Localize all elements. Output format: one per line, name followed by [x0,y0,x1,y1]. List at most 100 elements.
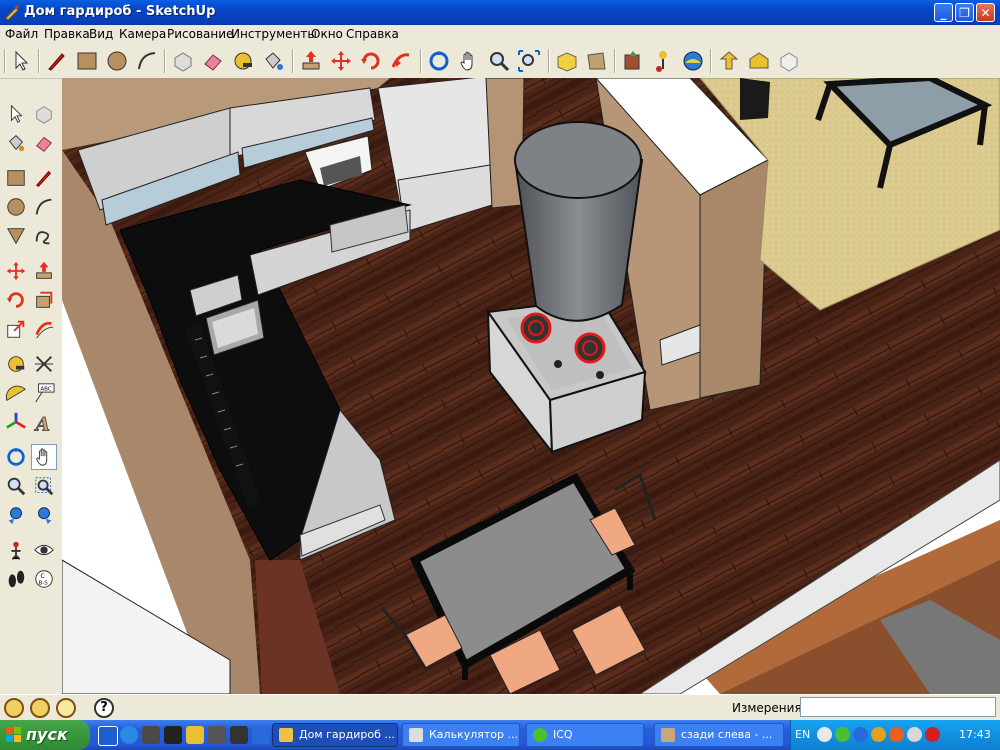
tape-measure-icon[interactable] [230,48,256,74]
offset-icon[interactable] [31,316,57,342]
rectangle-icon[interactable] [3,165,29,191]
icq-tray-icon[interactable] [835,727,850,742]
paint-bucket-icon[interactable] [3,130,29,156]
tray-app-2-icon[interactable] [853,727,868,742]
windows-logo-icon [6,727,21,742]
close-button[interactable]: ✕ [976,3,995,22]
measurements-input[interactable] [800,697,996,717]
zoom-icon[interactable] [3,473,29,499]
eraser-icon[interactable] [200,48,226,74]
tape-measure-icon[interactable] [3,351,29,377]
zoom-extents-icon[interactable] [516,48,542,74]
component-options-icon[interactable] [776,48,802,74]
zoom-extents-icon[interactable] [31,502,57,528]
start-label: пуск [26,725,68,744]
task-image-viewer[interactable]: сзади слева - ... [654,723,784,747]
circle-icon[interactable] [104,48,130,74]
arc-icon[interactable] [31,194,57,220]
sketchup-app-icon[interactable] [4,4,20,20]
internet-explorer-icon[interactable] [120,726,138,744]
share-component-icon[interactable] [746,48,772,74]
eraser-icon[interactable] [31,130,57,156]
quicklaunch-app-6-icon[interactable] [252,726,270,744]
select-tool-icon[interactable] [8,48,34,74]
menu-help[interactable]: Справка [346,27,399,41]
arc-icon[interactable] [134,48,160,74]
clock[interactable]: 17:43 [959,728,991,741]
follow-me-icon[interactable] [388,48,414,74]
polygon-icon[interactable] [3,223,29,249]
kitchen-3d-model[interactable] [62,78,1000,694]
photo-textures-icon[interactable] [680,48,706,74]
task-calculator[interactable]: Калькулятор ... [402,723,520,747]
zoom-icon[interactable] [486,48,512,74]
orbit-icon[interactable] [3,444,29,470]
rectangle-icon[interactable] [74,48,100,74]
task-icq[interactable]: ICQ [526,723,644,747]
tray-app-3-icon[interactable] [871,727,886,742]
add-location-icon[interactable] [620,48,646,74]
quicklaunch-app-4-icon[interactable] [208,726,226,744]
scale-icon[interactable] [3,316,29,342]
user-icon[interactable] [56,698,76,718]
text-icon[interactable]: ABC [31,380,57,406]
dimension-icon[interactable] [31,351,57,377]
quicklaunch-app-5-icon[interactable] [230,726,248,744]
tray-app-1-icon[interactable] [817,727,832,742]
3d-text-icon[interactable]: A [31,409,57,435]
axes-icon[interactable] [3,409,29,435]
antivirus-tray-icon[interactable] [925,727,940,742]
paint-bucket-icon[interactable] [260,48,286,74]
share-model-icon[interactable] [584,48,610,74]
walk-icon[interactable] [3,566,29,592]
section-plane-icon[interactable]: C B-S [31,566,57,592]
push-pull-icon[interactable] [298,48,324,74]
model-viewport[interactable] [62,78,1000,694]
quicklaunch-app-2-icon[interactable] [164,726,182,744]
get-models-icon[interactable] [554,48,580,74]
menu-draw[interactable]: Рисование [167,27,233,41]
orbit-icon[interactable] [426,48,452,74]
circle-icon[interactable] [3,194,29,220]
select-icon[interactable] [3,101,29,127]
zoom-window-icon[interactable] [31,473,57,499]
minimize-button[interactable]: _ [934,3,953,22]
menu-file[interactable]: Файл [5,27,38,41]
make-component-icon[interactable] [31,101,57,127]
help-icon[interactable]: ? [94,698,114,718]
menu-window[interactable]: Окно [311,27,343,41]
pencil-icon[interactable] [44,48,70,74]
toggle-terrain-icon[interactable] [650,48,676,74]
pan-hand-icon[interactable] [31,444,57,470]
move-icon[interactable] [3,258,29,284]
menu-tools[interactable]: Инструменты [231,27,317,41]
follow-me-icon[interactable] [31,287,57,313]
protractor-icon[interactable] [3,380,29,406]
get-photo-texture-icon[interactable] [716,48,742,74]
credits-icon[interactable] [30,698,50,718]
menu-camera[interactable]: Камера [119,27,166,41]
make-component-icon[interactable] [170,48,196,74]
move-icon[interactable] [328,48,354,74]
menu-view[interactable]: Вид [89,27,113,41]
geo-location-icon[interactable] [4,698,24,718]
look-around-icon[interactable] [31,537,57,563]
previous-view-icon[interactable] [3,502,29,528]
start-button[interactable]: пуск [0,720,90,750]
language-indicator[interactable]: EN [795,728,810,741]
position-camera-icon[interactable] [3,537,29,563]
rotate-icon[interactable] [3,287,29,313]
rotate-icon[interactable] [358,48,384,74]
menu-edit[interactable]: Правка [44,27,90,41]
quicklaunch-app-3-icon[interactable] [186,726,204,744]
push-pull-icon[interactable] [31,258,57,284]
task-sketchup[interactable]: Дом гардироб ... [272,723,398,747]
freehand-icon[interactable] [31,223,57,249]
volume-icon[interactable] [907,727,922,742]
tray-app-4-icon[interactable] [889,727,904,742]
quicklaunch-app-1-icon[interactable] [142,726,160,744]
show-desktop-icon[interactable] [98,726,118,746]
maximize-button[interactable]: ❐ [955,3,974,22]
line-icon[interactable] [31,165,57,191]
pan-hand-icon[interactable] [456,48,482,74]
